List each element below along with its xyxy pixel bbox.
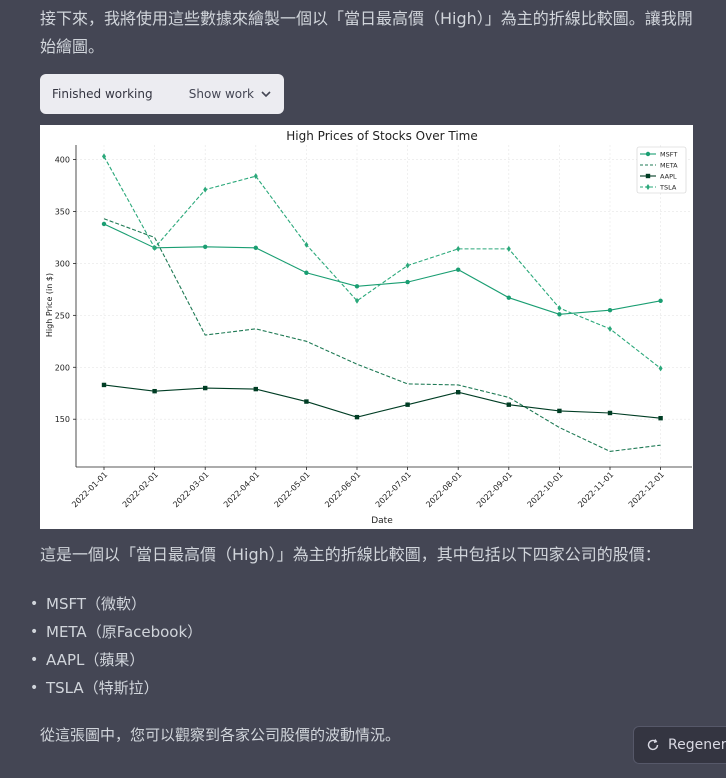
data-point [101, 221, 107, 227]
company-ticker: META [46, 623, 87, 641]
y-axis-label: High Price (in $) [45, 273, 54, 337]
chevron-down-icon [261, 91, 271, 98]
list-item: • TSLA （特斯拉） [30, 674, 202, 702]
legend-label: TSLA [659, 184, 677, 192]
data-point [354, 284, 360, 289]
data-point [354, 414, 360, 420]
y-tick-label: 400 [55, 156, 70, 165]
data-point [253, 245, 258, 251]
data-point [506, 402, 511, 407]
company-note: （微軟） [86, 595, 147, 613]
bullet-icon: • [30, 680, 39, 696]
refresh-icon [647, 739, 659, 751]
company-list: • MSFT （微軟） • META （原Facebook） • AAPL （蘋果） • TS… [30, 590, 202, 702]
company-note: （原Facebook） [86, 623, 203, 641]
legend-label: AAPL [660, 173, 677, 181]
list-item: • AAPL （蘋果） [30, 646, 202, 674]
bullet-icon: • [30, 624, 39, 640]
data-point [101, 382, 107, 388]
regenerate-button[interactable]: Regenera [633, 726, 726, 764]
data-point [607, 307, 613, 313]
show-work-label: Show work [188, 87, 254, 101]
data-point [456, 390, 461, 395]
show-work-button[interactable]: Show work [189, 87, 272, 101]
data-point [607, 410, 613, 416]
data-point [405, 279, 410, 285]
list-item: • MSFT （微軟） [30, 590, 202, 618]
data-point [405, 402, 410, 407]
data-point [456, 267, 461, 272]
data-point [557, 408, 562, 414]
y-tick-label: 150 [55, 415, 70, 424]
data-point [506, 295, 511, 300]
work-status: Finished working [52, 87, 153, 101]
company-ticker: TSLA [46, 679, 84, 697]
y-tick-label: 300 [55, 259, 70, 268]
company-note: （蘋果） [84, 651, 145, 669]
closing-text: 從這張圖中，您可以觀察到各家公司股價的波動情況。 [40, 726, 401, 744]
data-point [152, 388, 157, 394]
company-ticker: AAPL [46, 651, 85, 669]
data-point [658, 415, 663, 421]
line-chart: 1502002503003504002022-01-01 2022-02-01 20… [40, 125, 693, 529]
data-point [557, 312, 562, 317]
data-point [645, 151, 651, 157]
company-ticker: MSFT [46, 595, 86, 613]
chart-title: High Prices of Stocks Over Time [286, 129, 477, 143]
summary-text: 這是一個以「當日最高價（High）」為主的折線比較圖，其中包括以下四家公司的股價… [40, 545, 661, 564]
company-note: （特斯拉） [83, 679, 159, 697]
legend-label: MSFT [660, 151, 677, 159]
intro-text: 接下來，我將使用這些數據來繪製一個以「當日最高價（High）」為主的折線比較圖。… [40, 9, 693, 56]
data-point [203, 244, 208, 249]
chart-image: 150 200 250 300 350 400 2022-01-01 2022-02-01 20… [40, 125, 693, 529]
data-point [304, 270, 309, 275]
regenerate-label: Regenera [668, 737, 726, 753]
y-tick-label: 350 [55, 207, 70, 216]
data-point [645, 173, 651, 179]
list-item: • META （原Facebook） [30, 618, 202, 646]
bullet-icon: • [30, 652, 39, 668]
y-tick-label: 200 [55, 363, 70, 372]
y-tick-label: 250 [55, 311, 70, 320]
legend-label: META [660, 162, 678, 170]
bullet-icon: • [30, 596, 39, 612]
data-point [203, 385, 208, 391]
data-point [304, 399, 309, 404]
work-panel: Finished working Show work [40, 74, 284, 114]
data-point [658, 298, 663, 304]
data-point [253, 386, 258, 392]
x-axis-label: Date [371, 516, 393, 526]
